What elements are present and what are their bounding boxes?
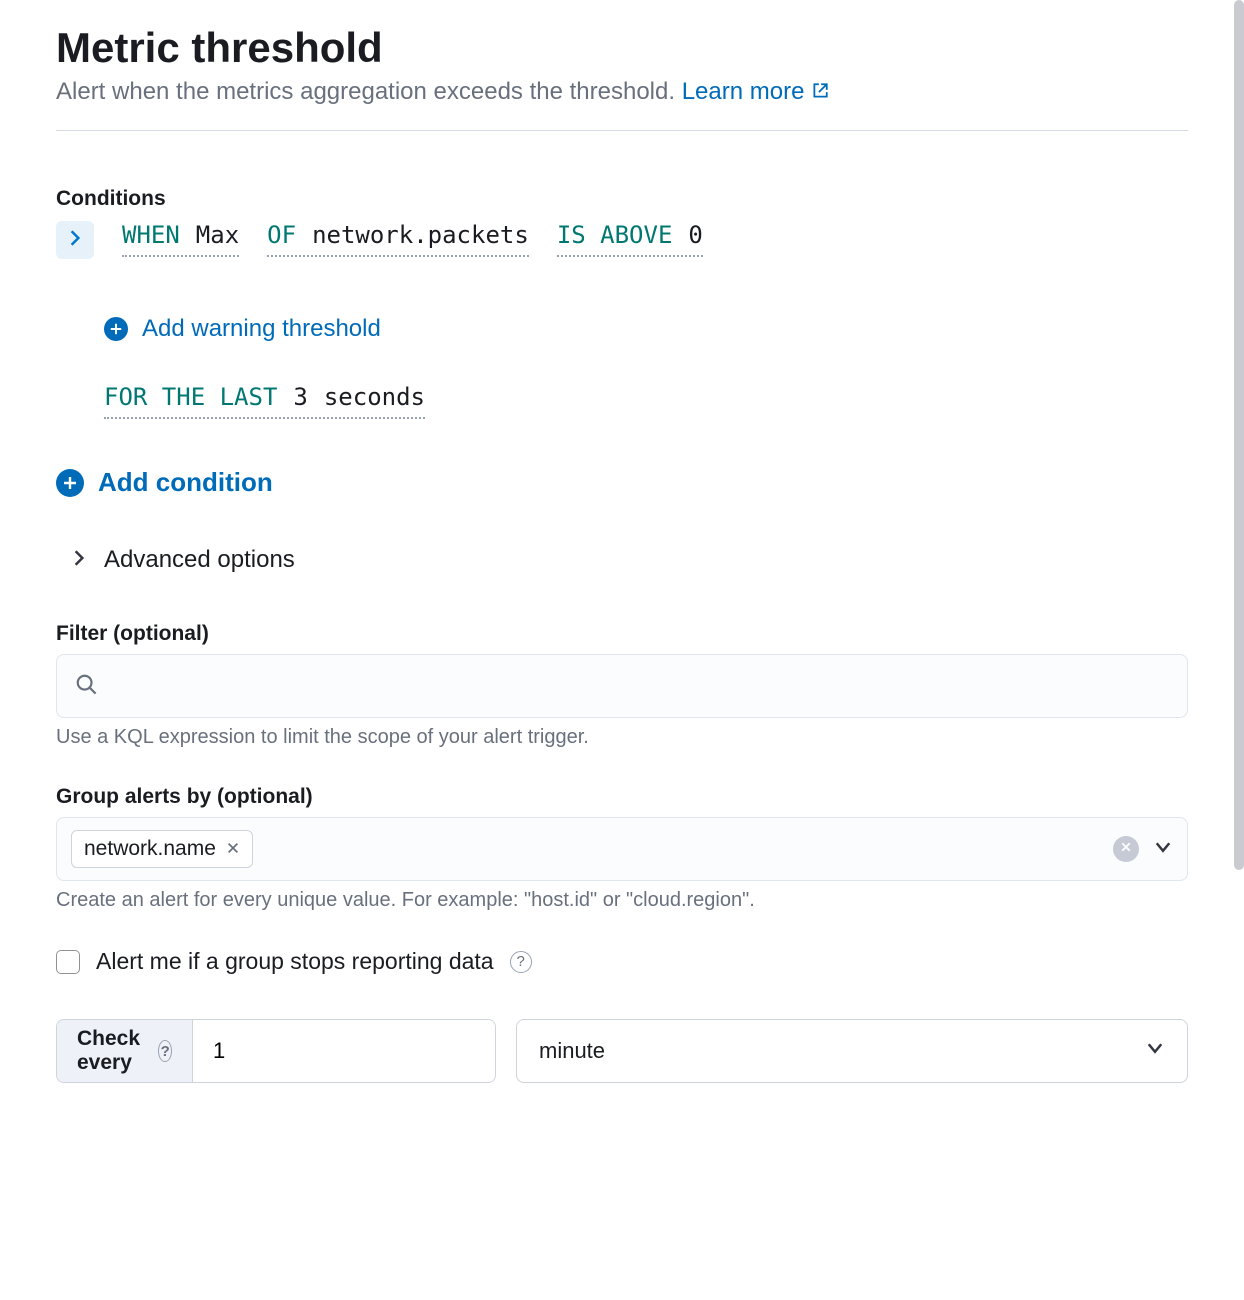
check-every-label: Check every: [77, 1027, 148, 1075]
close-icon: [1120, 840, 1132, 858]
of-value: network.packets: [312, 221, 529, 249]
filter-input-wrapper[interactable]: [56, 654, 1188, 718]
help-icon[interactable]: ?: [158, 1040, 172, 1062]
filter-input[interactable]: [111, 672, 1169, 700]
chevron-down-icon: [1153, 844, 1173, 861]
for-the-last-value: 3: [293, 383, 307, 411]
is-above-value: 0: [688, 221, 702, 249]
external-link-icon: [811, 78, 829, 105]
for-the-last-keyword: FOR THE LAST: [104, 383, 277, 411]
group-by-token-label: network.name: [84, 837, 216, 861]
when-expression[interactable]: WHEN Max: [122, 221, 239, 257]
subtitle-text: Alert when the metrics aggregation excee…: [56, 78, 682, 105]
chevron-right-icon: [66, 229, 84, 252]
alert-stop-reporting-label: Alert me if a group stops reporting data: [96, 948, 494, 975]
page-subtitle: Alert when the metrics aggregation excee…: [56, 78, 1188, 106]
group-by-help: Create an alert for every unique value. …: [56, 889, 1188, 912]
check-every-value-input[interactable]: [193, 1020, 496, 1082]
of-expression[interactable]: OF network.packets: [267, 221, 529, 257]
is-above-expression[interactable]: IS ABOVE 0: [557, 221, 703, 257]
add-condition-label: Add condition: [98, 467, 273, 498]
dropdown-toggle[interactable]: [1153, 837, 1173, 862]
advanced-options-label: Advanced options: [104, 546, 295, 574]
alert-stop-reporting-checkbox[interactable]: [56, 950, 80, 974]
when-keyword: WHEN: [122, 221, 180, 249]
learn-more-link[interactable]: Learn more: [682, 78, 829, 105]
chevron-down-icon: [1145, 1038, 1165, 1064]
filter-help: Use a KQL expression to limit the scope …: [56, 726, 1188, 749]
plus-circle-icon: [56, 469, 84, 497]
of-keyword: OF: [267, 221, 296, 249]
search-icon: [75, 673, 97, 700]
remove-token-button[interactable]: [226, 839, 240, 860]
group-by-token: network.name: [71, 830, 253, 868]
add-warning-threshold-label: Add warning threshold: [142, 315, 381, 343]
group-by-label: Group alerts by (optional): [56, 785, 1188, 809]
check-every-value-field: Check every ?: [56, 1019, 496, 1083]
page-title: Metric threshold: [56, 24, 1188, 72]
conditions-label: Conditions: [56, 187, 1188, 211]
add-condition-button[interactable]: Add condition: [56, 467, 1188, 498]
when-value: Max: [196, 221, 239, 249]
advanced-options-toggle[interactable]: Advanced options: [56, 546, 1188, 574]
collapse-condition-button[interactable]: [56, 221, 94, 259]
for-the-last-expression[interactable]: FOR THE LAST 3 seconds: [104, 383, 425, 419]
group-by-combobox[interactable]: network.name: [56, 817, 1188, 881]
chevron-right-icon: [70, 546, 88, 574]
divider: [56, 130, 1188, 131]
filter-label: Filter (optional): [56, 622, 1188, 646]
check-every-unit-value: minute: [539, 1038, 605, 1064]
check-every-unit-select[interactable]: minute: [516, 1019, 1188, 1083]
clear-all-button[interactable]: [1113, 836, 1139, 862]
for-the-last-unit: seconds: [324, 383, 425, 411]
plus-circle-icon: [104, 317, 128, 341]
check-every-prefix: Check every ?: [57, 1020, 193, 1082]
add-warning-threshold-button[interactable]: Add warning threshold: [104, 315, 381, 343]
is-above-keyword: IS ABOVE: [557, 221, 673, 249]
help-icon[interactable]: ?: [510, 951, 532, 973]
learn-more-label: Learn more: [682, 78, 805, 105]
